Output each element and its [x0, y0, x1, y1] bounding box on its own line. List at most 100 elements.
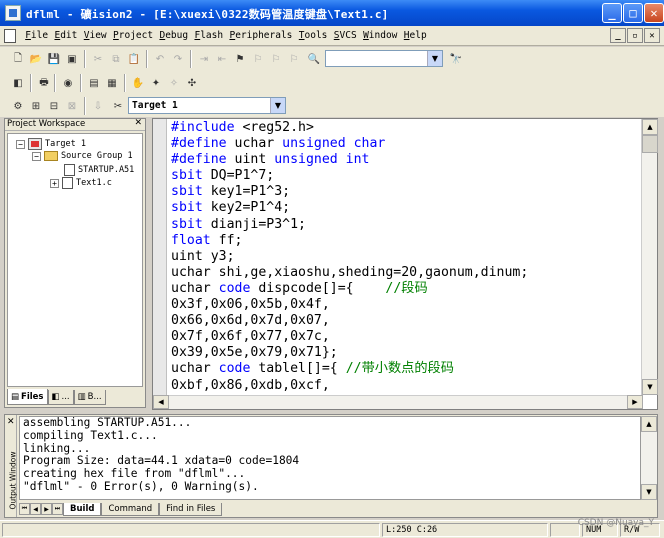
menu-view[interactable]: View [81, 30, 110, 41]
cut-icon[interactable]: ✂ [90, 51, 106, 67]
menu-file[interactable]: File [22, 30, 51, 41]
minimize-button[interactable]: _ [602, 3, 622, 23]
document-icon[interactable] [4, 29, 16, 43]
first-tab-icon[interactable]: ⏮ [19, 503, 30, 515]
output-text[interactable]: assembling STARTUP.A51... compiling Text1… [19, 416, 641, 500]
tab-build[interactable]: Build [63, 502, 102, 516]
tab-files[interactable]: ▤ Files [7, 389, 48, 405]
start-debug-icon[interactable]: ◧ [10, 75, 26, 91]
scroll-up-icon[interactable]: ▲ [641, 416, 657, 432]
unindent-icon[interactable]: ⇤ [214, 51, 230, 67]
tree-item-source-group[interactable]: − Source Group 1 [32, 151, 133, 161]
target-options-icon[interactable]: ✂ [110, 98, 126, 114]
open-file-icon[interactable]: 📂 [28, 51, 44, 67]
scroll-thumb[interactable] [642, 135, 658, 153]
tree-item-startup[interactable]: STARTUP.A51 [64, 164, 134, 176]
menu-project[interactable]: Project [110, 30, 156, 41]
menu-tools[interactable]: Tools [296, 30, 331, 41]
tree-item-target[interactable]: − Target 1 [16, 138, 86, 150]
save-icon[interactable]: 💾 [46, 51, 62, 67]
redo-icon[interactable]: ↷ [170, 51, 186, 67]
code-editor[interactable]: #include <reg52.h> #define uchar unsigned… [152, 118, 658, 410]
doc-minimize-button[interactable]: _ [610, 28, 626, 43]
close-icon[interactable]: ✕ [7, 417, 15, 427]
scroll-up-icon[interactable]: ▲ [642, 119, 658, 135]
prev-tab-icon[interactable]: ◀ [30, 503, 41, 515]
code-area[interactable]: #include <reg52.h> #define uchar unsigned… [171, 120, 641, 392]
editor-horizontal-scrollbar[interactable]: ◀ ▶ [153, 395, 643, 409]
paste-icon[interactable]: 📋 [126, 51, 142, 67]
menu-window[interactable]: Window [360, 30, 401, 41]
app-icon[interactable] [5, 5, 21, 21]
breakpoint-icon[interactable]: ✦ [148, 75, 164, 91]
editor-vertical-scrollbar[interactable]: ▲ ▼ [641, 119, 658, 395]
menu-svcs[interactable]: SVCS [331, 30, 360, 41]
bookmark-icon[interactable]: ⚑ [232, 51, 248, 67]
build-icon[interactable]: ⊞ [28, 98, 44, 114]
code-line[interactable]: #define uint unsigned int [171, 152, 641, 168]
menu-edit[interactable]: Edit [51, 30, 80, 41]
code-line[interactable]: 0x3f,0x06,0x5b,0x4f, [171, 297, 641, 313]
collapse-icon[interactable]: − [32, 151, 41, 161]
code-line[interactable]: uchar shi,ge,xiaoshu,sheding=20,gaonum,d… [171, 265, 641, 281]
bookmark-prev-icon[interactable]: ⚐ [250, 51, 266, 67]
expand-icon[interactable]: + [50, 178, 59, 188]
rebuild-icon[interactable]: ⊟ [46, 98, 62, 114]
output-toggle-icon[interactable]: ▦ [104, 75, 120, 91]
code-line[interactable]: uchar code dispcode[]={ //段码 [171, 281, 641, 297]
chevron-down-icon[interactable]: ▼ [270, 98, 285, 113]
breakpoint-kill-icon[interactable]: ✣ [184, 75, 200, 91]
indent-icon[interactable]: ⇥ [196, 51, 212, 67]
bookmark-next-icon[interactable]: ⚐ [268, 51, 284, 67]
output-vertical-scrollbar[interactable]: ▲ ▼ [641, 416, 657, 500]
code-line[interactable]: 0x66,0x6d,0x7d,0x07, [171, 313, 641, 329]
print-icon[interactable]: 🖶 [36, 75, 52, 91]
code-line[interactable]: 0x39,0x5e,0x79,0x71}; [171, 345, 641, 361]
code-line[interactable]: uint y3; [171, 249, 641, 265]
undo-icon[interactable]: ↶ [152, 51, 168, 67]
binoculars-icon[interactable]: 🔭 [448, 51, 464, 67]
target-select[interactable]: Target 1 ▼ [128, 97, 286, 114]
tree-item-text1[interactable]: + Text1.c [50, 177, 112, 189]
save-all-icon[interactable]: ▣ [64, 51, 80, 67]
new-file-icon[interactable]: 🗋 [10, 51, 26, 67]
scroll-left-icon[interactable]: ◀ [153, 395, 169, 409]
translate-icon[interactable]: ⚙ [10, 98, 26, 114]
tab-regs[interactable]: ◧... [47, 390, 74, 405]
last-tab-icon[interactable]: ⏭ [52, 503, 63, 515]
code-line[interactable]: sbit dianji=P3^1; [171, 217, 641, 233]
workspace-toggle-icon[interactable]: ▤ [86, 75, 102, 91]
copy-icon[interactable]: ⧉ [108, 51, 124, 67]
zoom-icon[interactable]: ◉ [60, 75, 76, 91]
chevron-down-icon[interactable]: ▼ [427, 51, 442, 66]
collapse-icon[interactable]: − [16, 139, 25, 149]
menu-flash[interactable]: Flash [191, 30, 226, 41]
scroll-down-icon[interactable]: ▼ [642, 379, 658, 395]
bookmark-clear-icon[interactable]: ⚐ [286, 51, 302, 67]
breakpoint-disable-icon[interactable]: ✧ [166, 75, 182, 91]
tab-find-in-files[interactable]: Find in Files [159, 502, 223, 516]
find-in-files-icon[interactable]: 🔍 [306, 51, 322, 67]
next-tab-icon[interactable]: ▶ [41, 503, 52, 515]
code-line[interactable]: #include <reg52.h> [171, 120, 641, 136]
close-icon[interactable]: ✕ [134, 118, 142, 128]
tab-books[interactable]: ▥ B... [73, 390, 106, 405]
tab-command[interactable]: Command [101, 502, 160, 516]
code-line[interactable]: float ff; [171, 233, 641, 249]
menu-help[interactable]: Help [401, 30, 430, 41]
code-line[interactable]: 0xbf,0x86,0xdb,0xcf, [171, 378, 641, 393]
doc-close-button[interactable]: ✕ [644, 28, 660, 43]
download-icon[interactable]: ⇩ [90, 98, 106, 114]
maximize-button[interactable]: □ [623, 3, 643, 23]
code-line[interactable]: 0x7f,0x6f,0x77,0x7c, [171, 329, 641, 345]
code-line[interactable]: sbit key1=P1^3; [171, 184, 641, 200]
menu-debug[interactable]: Debug [156, 30, 191, 41]
doc-restore-button[interactable]: ▫ [627, 28, 643, 43]
code-line[interactable]: sbit DQ=P1^7; [171, 168, 641, 184]
stop-build-icon[interactable]: ⊠ [64, 98, 80, 114]
code-line[interactable]: #define uchar unsigned char [171, 136, 641, 152]
scroll-right-icon[interactable]: ▶ [627, 395, 643, 409]
scroll-down-icon[interactable]: ▼ [641, 484, 657, 500]
hand-icon[interactable]: ✋ [130, 75, 146, 91]
code-line[interactable]: sbit key2=P1^4; [171, 200, 641, 216]
